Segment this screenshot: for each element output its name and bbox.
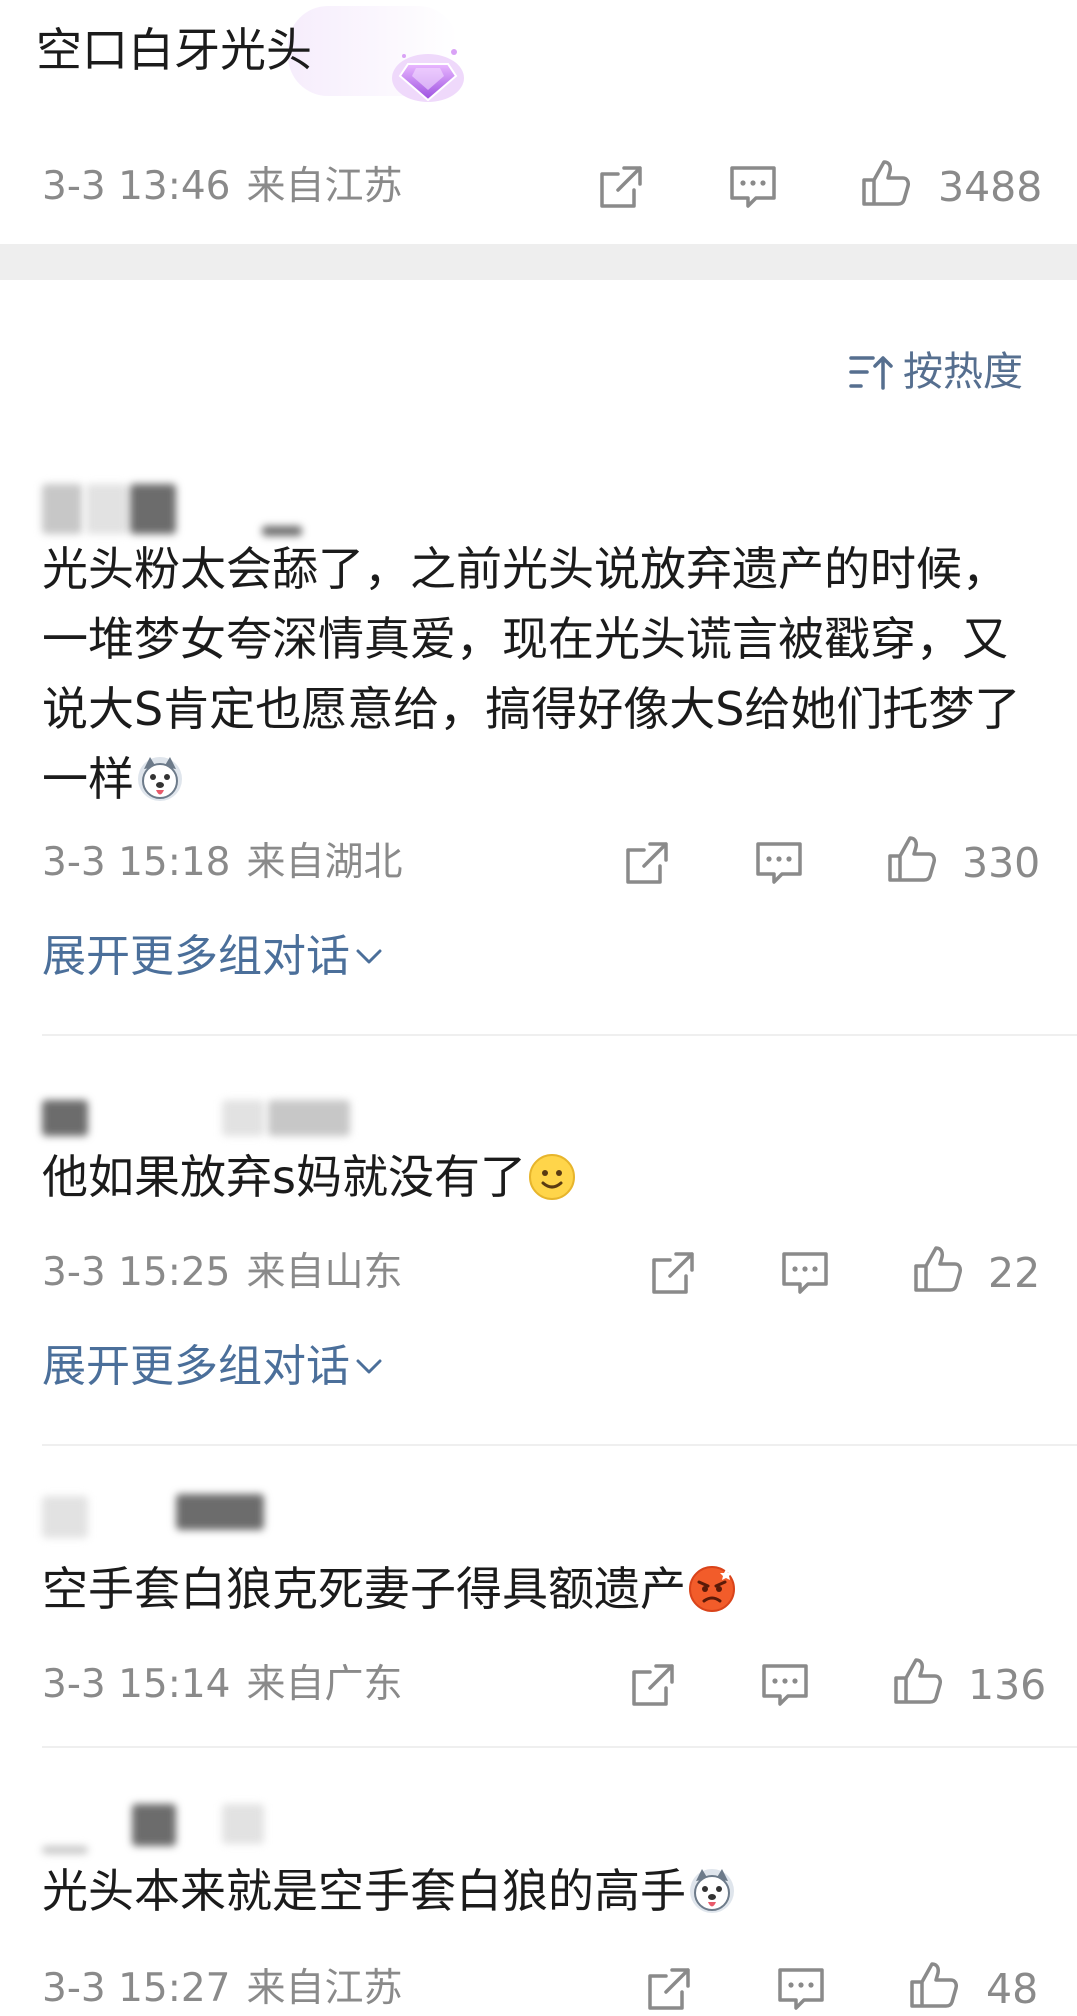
sort-by-hot-button[interactable]: 按热度: [849, 348, 1023, 396]
blurred-username: [222, 1100, 264, 1136]
like-count: 3488: [938, 163, 1043, 211]
comment-text: 他如果放弃s妈就没有了: [42, 1142, 1042, 1212]
blurred-username: [42, 1846, 88, 1854]
comment-text-content: 光头本来就是空手套白狼的高手: [42, 1864, 686, 1918]
share-icon[interactable]: [626, 1658, 680, 1712]
comment-text: 空手套白狼克死妻子得具额遗产: [42, 1554, 1042, 1624]
comment-icon[interactable]: [758, 1658, 812, 1712]
chevron-down-icon: [356, 1359, 382, 1374]
diamond-badge-icon: [392, 49, 464, 102]
comment-text-content: 他如果放弃s妈就没有了: [42, 1150, 526, 1204]
like-count: 136: [968, 1661, 1047, 1709]
like-icon[interactable]: [858, 156, 912, 210]
comment-meta: 3-3 15:14 来自广东: [42, 1662, 403, 1708]
like-icon[interactable]: [884, 832, 938, 886]
expand-conversation-link[interactable]: 展开更多组对话: [42, 1340, 384, 1394]
comment-time: 3-3 15:27: [42, 1966, 231, 2011]
comment-meta: 3-3 15:18 来自湖北: [42, 840, 403, 886]
comment-icon[interactable]: [726, 160, 780, 214]
blurred-username: [130, 484, 176, 534]
blurred-username: [268, 1100, 350, 1136]
share-icon[interactable]: [642, 1962, 696, 2016]
like-count: 48: [986, 1965, 1039, 2013]
comment-time: 3-3 15:18: [42, 840, 231, 885]
blurred-username: [42, 1496, 88, 1538]
comment-text: 光头本来就是空手套白狼的高手: [42, 1856, 1042, 1926]
blurred-username: [222, 1804, 264, 1844]
comment-location: 来自广东: [246, 1662, 403, 1707]
sort-label: 按热度: [903, 349, 1023, 395]
like-icon[interactable]: [906, 1958, 960, 2012]
blurred-username: [42, 1100, 88, 1136]
comment-text: 光头粉太会舔了，之前光头说放弃遗产的时候，一堆梦女夸深情真爱，现在光头谎言被戳穿…: [42, 534, 1042, 814]
top-time: 3-3 13:46: [42, 164, 231, 209]
comment-location: 来自山东: [246, 1250, 403, 1295]
blurred-username: [42, 484, 82, 534]
comment-text-content: 空手套白狼克死妻子得具额遗产: [42, 1562, 686, 1616]
husky-emoji-icon: [690, 1869, 734, 1913]
expand-conversation-link[interactable]: 展开更多组对话: [42, 930, 384, 984]
top-meta: 3-3 13:46 来自江苏: [42, 164, 403, 210]
like-count: 330: [962, 839, 1041, 887]
comment-separator: [42, 1444, 1077, 1446]
comment-location: 来自江苏: [246, 1966, 403, 2011]
top-username[interactable]: 空口白牙光头: [36, 22, 312, 78]
expand-label: 展开更多组对话: [42, 1341, 350, 1392]
top-location: 来自江苏: [246, 164, 403, 209]
comment-meta: 3-3 15:25 来自山东: [42, 1250, 403, 1296]
chevron-down-icon: [356, 949, 382, 964]
blurred-username: [86, 484, 128, 534]
sort-icon: [849, 356, 893, 390]
section-divider: [0, 244, 1077, 280]
comment-icon[interactable]: [778, 1246, 832, 1300]
angry-emoji-icon: [689, 1566, 735, 1612]
share-icon[interactable]: [594, 160, 648, 214]
share-icon[interactable]: [646, 1246, 700, 1300]
comment-separator: [42, 1746, 1077, 1748]
comment-icon[interactable]: [774, 1962, 828, 2016]
husky-emoji-icon: [138, 757, 182, 801]
comment-text-content: 光头粉太会舔了，之前光头说放弃遗产的时候，一堆梦女夸深情真爱，现在光头谎言被戳穿…: [42, 542, 1021, 806]
comment-meta: 3-3 15:27 来自江苏: [42, 1966, 403, 2012]
share-icon[interactable]: [620, 836, 674, 890]
like-icon[interactable]: [890, 1654, 944, 1708]
smile-emoji-icon: [528, 1154, 575, 1200]
comment-time: 3-3 15:14: [42, 1662, 231, 1707]
expand-label: 展开更多组对话: [42, 931, 350, 982]
blurred-username: [176, 1494, 264, 1530]
comment-icon[interactable]: [752, 836, 806, 890]
comment-time: 3-3 15:25: [42, 1250, 231, 1295]
blurred-username: [132, 1804, 176, 1846]
like-icon[interactable]: [910, 1242, 964, 1296]
comment-location: 来自湖北: [246, 840, 403, 885]
comment-separator: [42, 1034, 1077, 1036]
like-count: 22: [988, 1249, 1041, 1297]
